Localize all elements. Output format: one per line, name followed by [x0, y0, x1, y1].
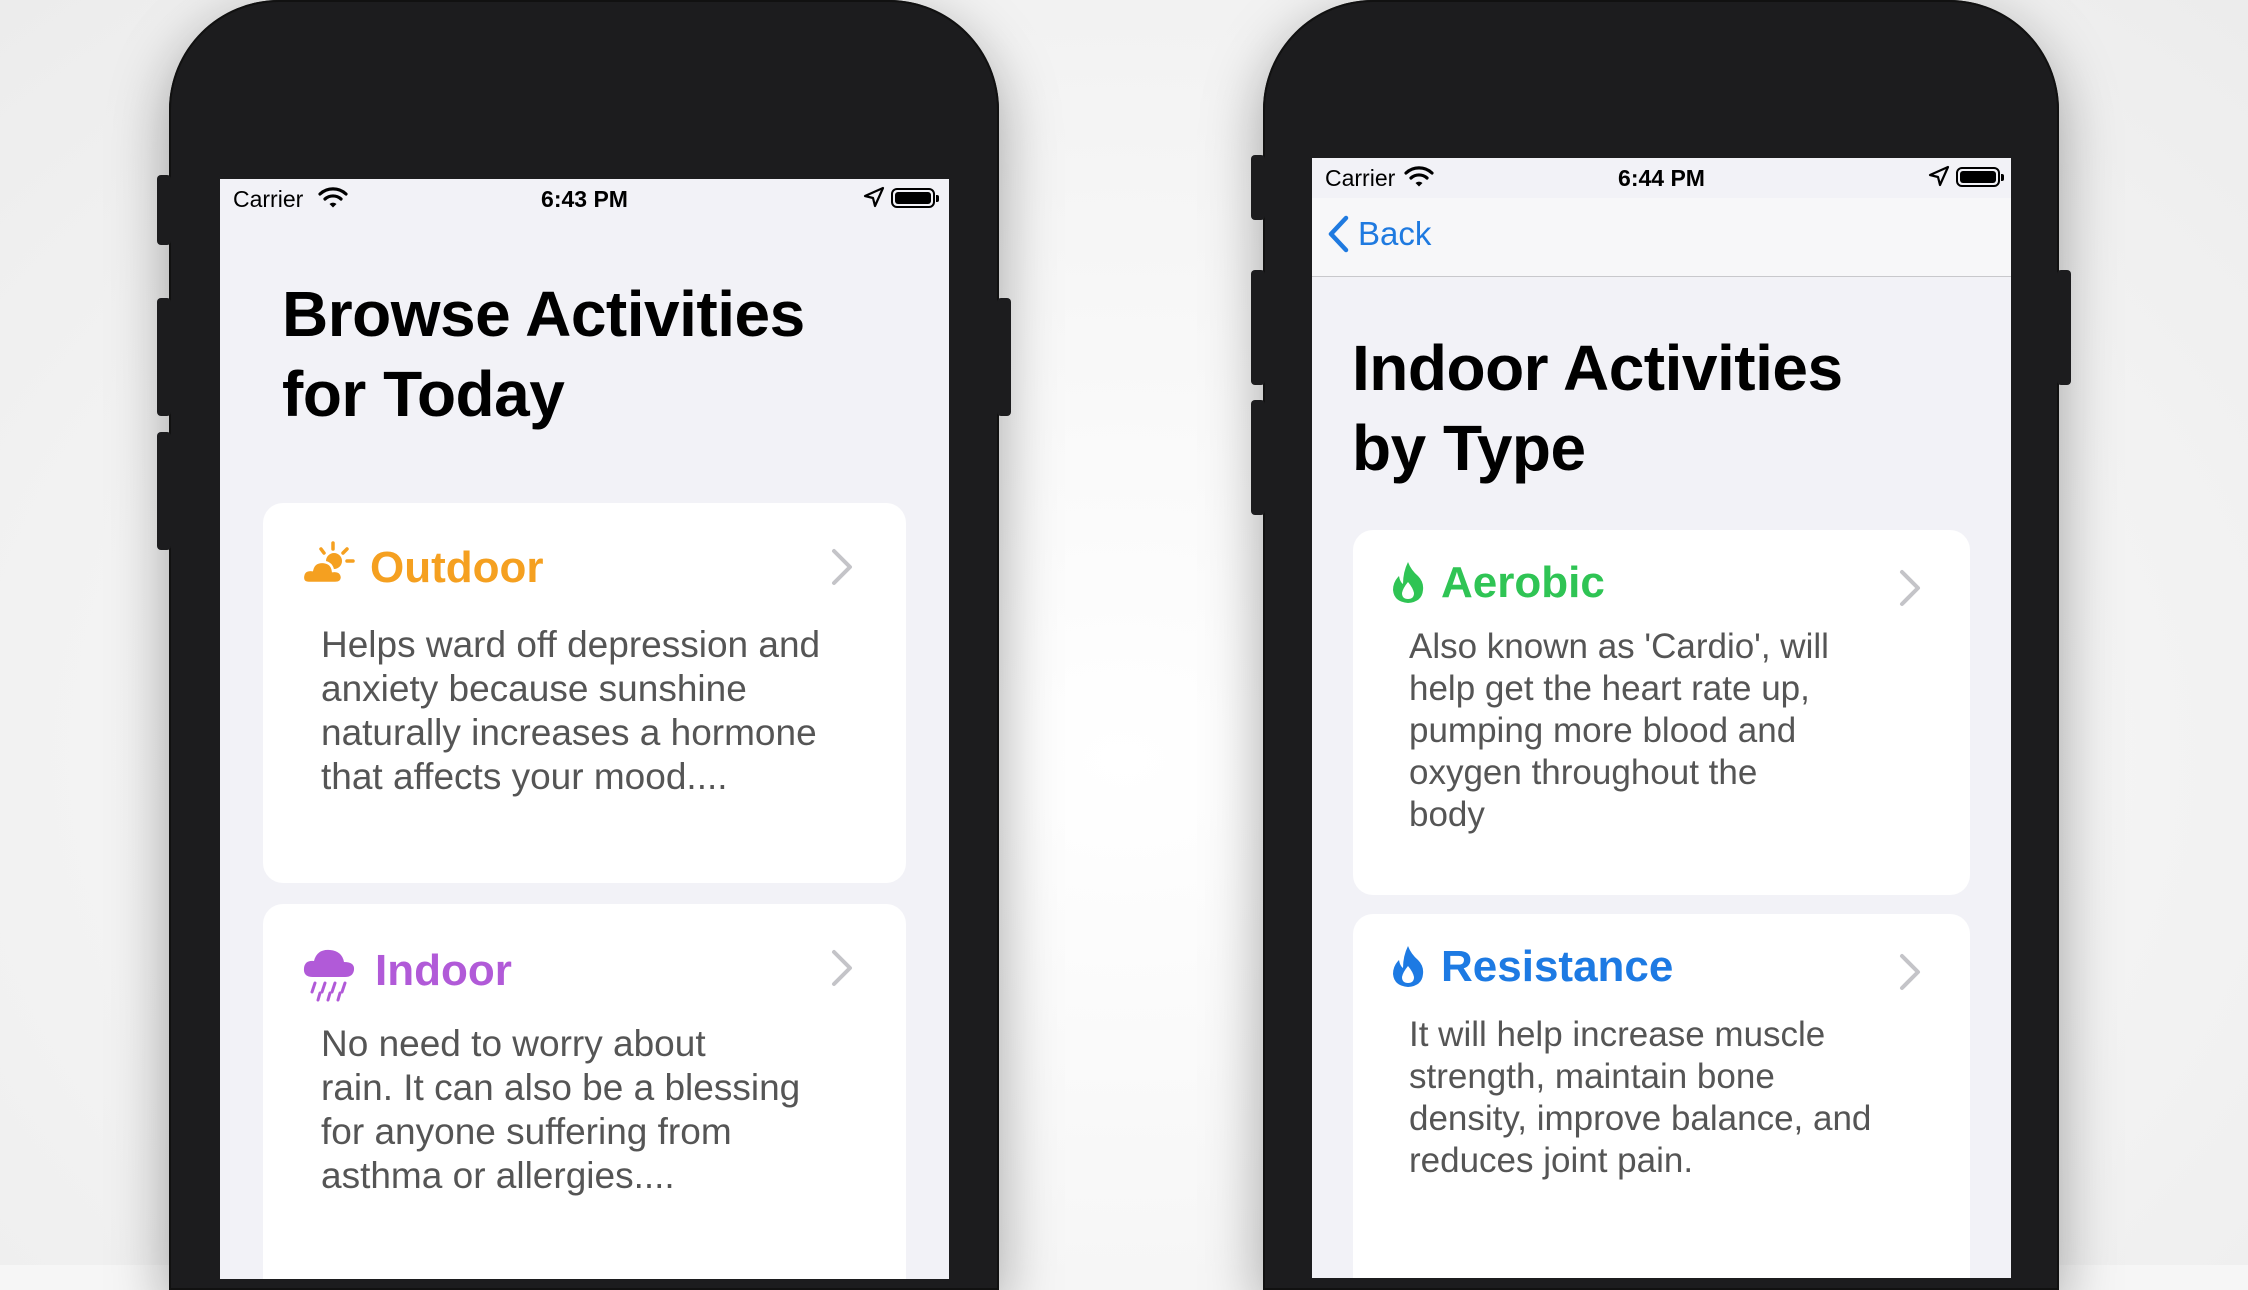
chevron-right-icon	[832, 549, 852, 585]
outdoor-card[interactable]: Outdoor Helps ward off depression and an…	[263, 503, 906, 883]
volume-up-button-left	[157, 298, 171, 416]
flame-icon	[1393, 562, 1424, 603]
location-arrow-icon	[863, 186, 885, 208]
mute-switch-right	[1251, 155, 1265, 220]
back-button[interactable]: Back	[1326, 214, 1431, 254]
aerobic-card[interactable]: Aerobic Also known as 'Cardio', will hel…	[1353, 530, 1970, 895]
volume-down-button-right	[1251, 400, 1265, 515]
card-description-outdoor: Helps ward off depression and anxiety be…	[321, 624, 821, 797]
rain-cloud-icon	[303, 949, 355, 1002]
card-title-resistance: Resistance	[1441, 942, 1674, 991]
card-title-aerobic: Aerobic	[1441, 558, 1605, 607]
power-button-right	[2057, 270, 2071, 385]
chevron-right-icon	[1900, 570, 1920, 606]
chevron-right-icon	[1900, 954, 1920, 990]
back-button-label: Back	[1358, 215, 1432, 252]
resistance-card[interactable]: Resistance It will help increase muscle …	[1353, 914, 1970, 1278]
indoor-card[interactable]: Indoor No need to worry about rain. It c…	[263, 904, 906, 1279]
screen-left: Carrier 6:43 PM Browse Activities for To…	[220, 179, 949, 1279]
card-description-indoor: No need to worry about rain. It can also…	[321, 1023, 801, 1196]
battery-icon	[891, 188, 939, 208]
status-bar: Carrier 6:43 PM	[220, 179, 949, 219]
navigation-bar-background: Back	[1312, 198, 2011, 277]
screen-right: Carrier 6:44 PM Back Indoor Activities b…	[1312, 158, 2011, 1278]
chevron-right-icon	[832, 950, 852, 986]
card-title-outdoor: Outdoor	[370, 543, 544, 592]
mute-switch-left	[157, 175, 171, 245]
card-description-aerobic: Also known as 'Cardio', will help get th…	[1409, 627, 1829, 834]
volume-up-button-right	[1251, 270, 1265, 385]
power-button-left	[997, 298, 1011, 416]
card-description-resistance: It will help increase muscle strength, m…	[1409, 1015, 1872, 1180]
clock: 6:43 PM	[541, 186, 628, 212]
card-title-indoor: Indoor	[375, 946, 512, 995]
flame-icon	[1393, 946, 1424, 987]
volume-down-button-left	[157, 432, 171, 550]
page-title: Browse Activities for Today	[282, 278, 805, 430]
sun-cloud-icon	[301, 541, 355, 585]
page-title: Indoor Activities by Type	[1352, 332, 1843, 484]
chevron-left-icon	[1328, 215, 1349, 253]
